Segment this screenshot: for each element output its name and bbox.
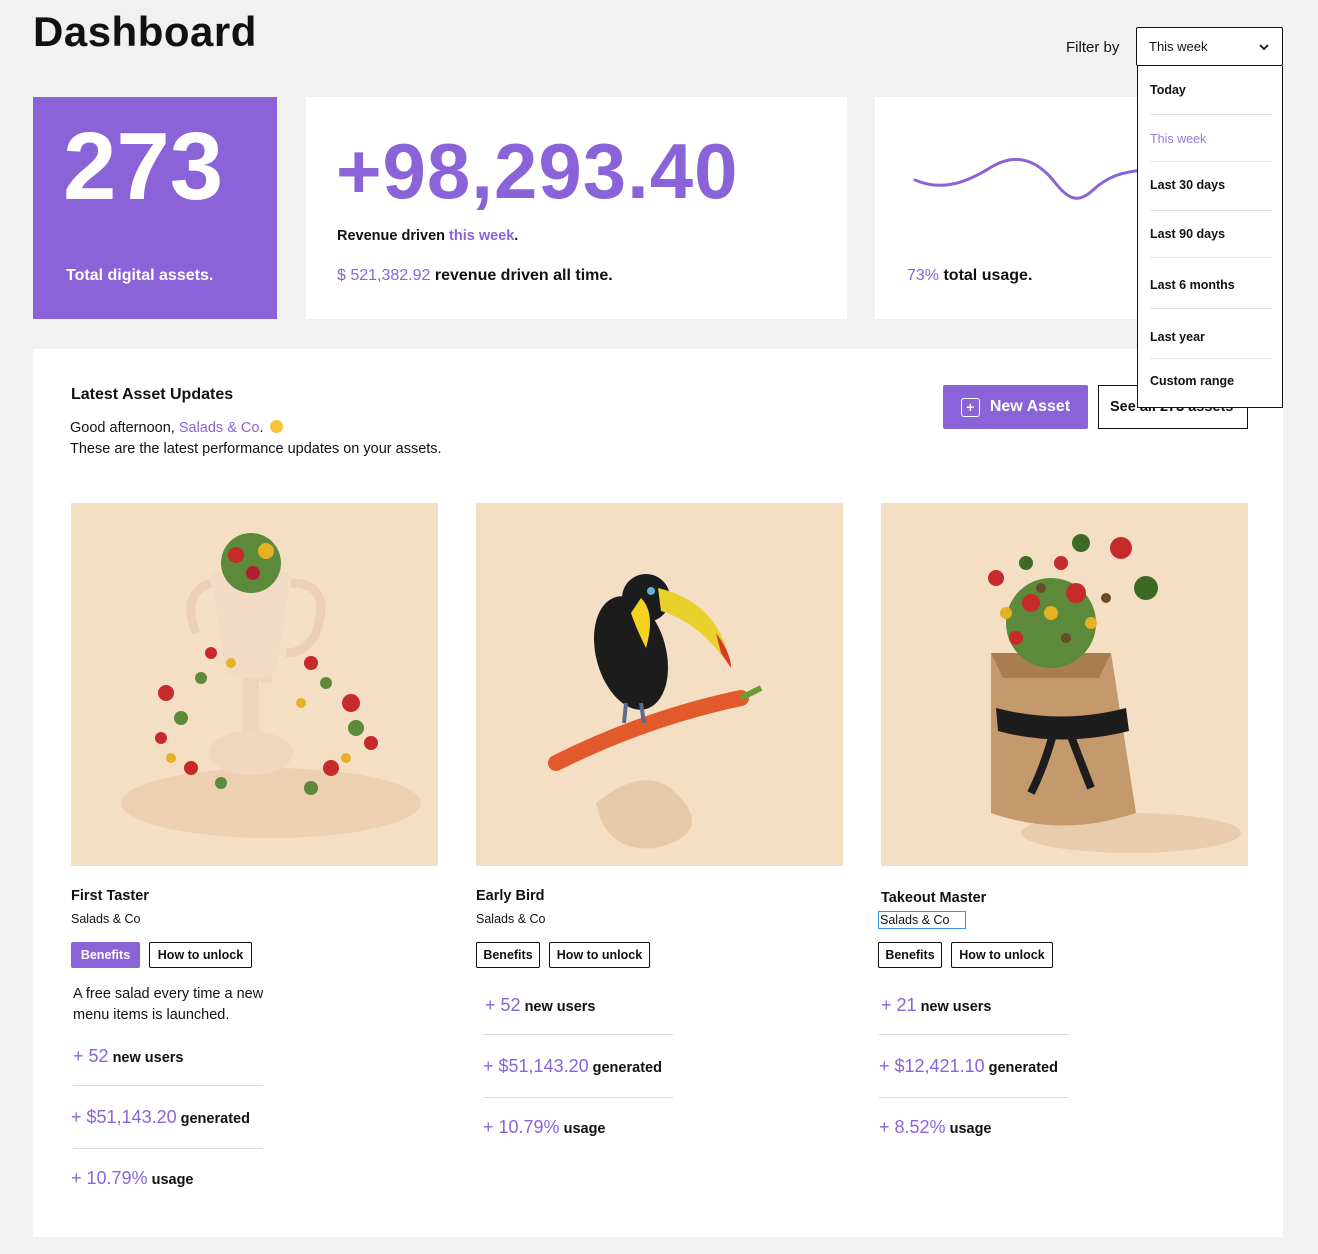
how-to-unlock-tab[interactable]: How to unlock — [549, 942, 650, 968]
divider — [73, 1148, 263, 1149]
usage-line: 73% total usage. — [907, 267, 1033, 284]
benefits-tab[interactable]: Benefits — [71, 942, 140, 968]
revenue-period-highlight: this week — [449, 228, 515, 244]
divider — [1150, 210, 1272, 211]
chevron-down-icon — [1259, 43, 1269, 50]
usage-card: 73% total usage. — [875, 97, 1165, 319]
usage-metric: + 10.79% usage — [71, 1168, 194, 1188]
revenue-period-line: Revenue driven this week. — [337, 228, 519, 244]
asset-brand: Salads & Co — [476, 912, 546, 926]
filter-option-today[interactable]: Today — [1150, 83, 1272, 97]
divider — [1150, 308, 1272, 309]
asset-name: First Taster — [71, 888, 149, 904]
greeting-name: Salads & Co — [178, 420, 260, 436]
filter-option-last-year[interactable]: Last year — [1150, 330, 1272, 344]
benefits-tab[interactable]: Benefits — [476, 942, 540, 968]
asset-name: Early Bird — [476, 888, 545, 904]
new-asset-button[interactable]: + New Asset — [943, 385, 1088, 429]
revenue-all-time-amount: $ 521,382.92 — [337, 267, 431, 284]
new-asset-label: New Asset — [989, 398, 1071, 415]
panel-title: Latest Asset Updates — [71, 386, 234, 403]
total-assets-card: 273 Total digital assets. — [33, 97, 277, 319]
divider — [1150, 114, 1272, 115]
trophy-salad-image — [71, 503, 438, 866]
asset-description: A free salad every time a new menu items… — [73, 986, 264, 1023]
divider — [1150, 161, 1272, 162]
generated-metric: + $12,421.10 generated — [879, 1056, 1058, 1076]
asset-brand: Salads & Co — [71, 912, 141, 926]
asset-name: Takeout Master — [881, 890, 987, 906]
greeting: Good afternoon, Salads & Co. — [70, 420, 283, 436]
plus-icon: + — [960, 397, 980, 417]
new-users-metric: + 52 new users — [73, 1046, 184, 1066]
divider — [879, 1034, 1069, 1035]
filter-select[interactable]: This week — [1136, 27, 1283, 66]
total-assets-count: 273 — [63, 113, 224, 220]
how-to-unlock-tab[interactable]: How to unlock — [951, 942, 1053, 968]
smile-emoji-icon — [269, 420, 283, 433]
revenue-card: +98,293.40 Revenue driven this week. $ 5… — [306, 97, 847, 319]
asset-brand[interactable]: Salads & Co — [878, 911, 967, 929]
divider — [1150, 358, 1272, 359]
revenue-all-time-line: $ 521,382.92 revenue driven all time. — [337, 267, 613, 284]
generated-metric: + $51,143.20 generated — [483, 1056, 662, 1076]
filter-option-custom-range[interactable]: Custom range — [1150, 374, 1272, 388]
divider — [483, 1034, 673, 1035]
how-to-unlock-tab[interactable]: How to unlock — [149, 942, 252, 968]
asset-image-takeout-master[interactable] — [881, 503, 1248, 866]
filter-option-last-30-days[interactable]: Last 30 days — [1150, 178, 1272, 192]
filter-option-this-week[interactable]: This week — [1150, 132, 1272, 146]
panel-subtext: These are the latest performance updates… — [70, 441, 442, 457]
divider — [1150, 257, 1272, 258]
filter-option-last-90-days[interactable]: Last 90 days — [1150, 227, 1272, 241]
divider — [879, 1097, 1069, 1098]
divider — [73, 1085, 263, 1086]
asset-image-first-taster[interactable] — [71, 503, 438, 866]
filter-dropdown-menu: Today This week Last 30 days Last 90 day… — [1137, 66, 1283, 408]
divider — [483, 1097, 673, 1098]
page-title: Dashboard — [33, 8, 257, 55]
usage-sparkline — [913, 157, 1165, 200]
takeout-bag-image — [881, 503, 1248, 866]
asset-image-early-bird[interactable] — [476, 503, 843, 866]
filter-label: Filter by — [1066, 39, 1120, 56]
usage-metric: + 10.79% usage — [483, 1117, 606, 1137]
revenue-value: +98,293.40 — [336, 127, 739, 215]
usage-metric: + 8.52% usage — [879, 1117, 992, 1137]
benefits-tab[interactable]: Benefits — [878, 942, 942, 968]
filter-select-value: This week — [1149, 39, 1208, 54]
new-users-metric: + 21 new users — [881, 995, 992, 1015]
new-users-metric: + 52 new users — [485, 995, 596, 1015]
toucan-image — [476, 503, 843, 866]
total-assets-label: Total digital assets. — [66, 267, 214, 284]
generated-metric: + $51,143.20 generated — [71, 1107, 250, 1127]
usage-percent: 73% — [907, 267, 940, 284]
filter-option-last-6-months[interactable]: Last 6 months — [1150, 278, 1272, 292]
